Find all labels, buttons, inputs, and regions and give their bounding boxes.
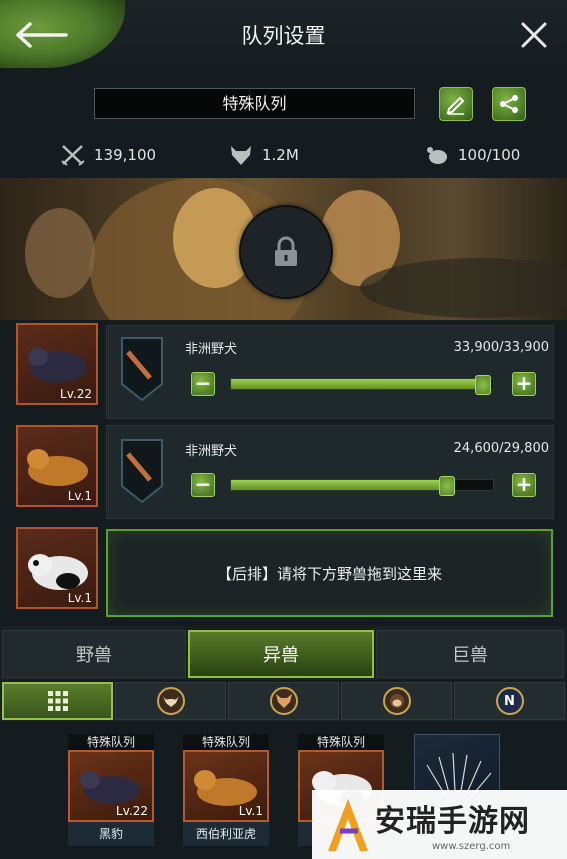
wolf-head-icon (231, 146, 251, 165)
panther-image: Lv.22 (68, 750, 154, 822)
troop-name-field[interactable]: 特殊队列 (94, 88, 415, 119)
slot-1-slider-fill (231, 379, 483, 389)
fox-icon (269, 687, 298, 715)
tiger-image: Lv.1 (183, 750, 269, 822)
power-stat: 139,100 (60, 143, 156, 167)
beast-card-tiger[interactable]: 特殊队列 Lv.1 西伯利亚虎 (183, 734, 269, 846)
slot-2-slider-thumb[interactable] (439, 476, 456, 496)
top-bar: 队列设置 (0, 0, 567, 68)
watermark-url: www.szerg.com (432, 841, 511, 852)
page-title: 队列设置 (241, 24, 326, 48)
card-tag: 特殊队列 (68, 734, 154, 750)
lock-icon (275, 236, 297, 266)
power-value: 139,100 (94, 146, 157, 164)
card-name: 西伯利亚虎 (183, 822, 269, 846)
close-icon[interactable] (519, 20, 549, 50)
slot-2-minus-button[interactable]: − (191, 473, 215, 497)
slot-1-plus-button[interactable]: + (512, 372, 536, 396)
edit-name-button[interactable] (439, 87, 473, 121)
slot-2-row (106, 425, 554, 519)
share-icon (500, 95, 518, 113)
paw-icon (427, 147, 447, 164)
bull-icon (156, 687, 185, 715)
slot-1-minus-button[interactable]: − (191, 372, 215, 396)
filter-monkey-button[interactable] (341, 682, 452, 720)
card-name: 黑豹 (68, 822, 154, 846)
card-level: Lv.22 (116, 804, 148, 818)
n-badge-icon: N (495, 687, 524, 715)
slot-2-slider[interactable] (230, 476, 494, 496)
slot-1-level: Lv.22 (60, 387, 92, 401)
filter-all-button[interactable] (2, 682, 113, 720)
capacity-value: 100/100 (458, 146, 521, 164)
strength-value: 1.2M (262, 146, 299, 164)
slot-2-level: Lv.1 (67, 489, 92, 503)
lock-button[interactable] (239, 205, 333, 299)
slot-2-plus-button[interactable]: + (512, 473, 536, 497)
shield-badge-icon (120, 336, 164, 402)
beast-card-panther[interactable]: 特殊队列 Lv.22 黑豹 (68, 734, 154, 846)
slot-2-count: 24,600/29,800 (453, 441, 549, 456)
rear-drop-zone[interactable]: 【后排】请将下方野兽拖到这里来 (106, 529, 553, 617)
slot-2-beast-name: 非洲野犬 (185, 444, 238, 459)
card-level: Lv.1 (238, 804, 263, 818)
shield-badge-icon (120, 438, 164, 504)
slot-1-portrait[interactable]: Lv.22 (16, 323, 98, 405)
filter-bull-button[interactable] (115, 682, 226, 720)
card-tag: 特殊队列 (298, 734, 384, 750)
slot-2-portrait[interactable]: Lv.1 (16, 425, 98, 507)
share-button[interactable] (492, 87, 526, 121)
watermark-logo-icon (328, 799, 368, 851)
monkey-icon (382, 687, 411, 715)
tab-wild-beasts[interactable]: 野兽 (2, 630, 186, 678)
slot-3-portrait[interactable]: Lv.1 (16, 527, 98, 609)
slot-3-level: Lv.1 (67, 591, 92, 605)
strength-stat: 1.2M (228, 143, 299, 167)
beast-type-tabs: 野兽 异兽 巨兽 (0, 626, 567, 680)
pencil-icon (446, 96, 465, 115)
slot-1-count: 33,900/33,900 (453, 340, 549, 355)
site-watermark: 安瑞手游网 www.szerg.com (312, 790, 567, 859)
grid-icon (47, 691, 68, 711)
slot-2-slider-fill (231, 480, 448, 490)
watermark-text: 安瑞手游网 (375, 804, 530, 839)
slot-1-slider-thumb[interactable] (474, 375, 491, 395)
filter-n-button[interactable]: N (454, 682, 565, 720)
crossed-swords-icon (61, 145, 85, 166)
slot-1-beast-name: 非洲野犬 (185, 342, 238, 357)
card-tag: 特殊队列 (183, 734, 269, 750)
filter-bar: N (0, 682, 567, 722)
tab-giant-beasts[interactable]: 巨兽 (376, 630, 564, 678)
tab-exotic-beasts[interactable]: 异兽 (188, 630, 374, 678)
slot-1-slider[interactable] (230, 375, 494, 395)
capacity-stat: 100/100 (424, 143, 520, 167)
filter-fox-button[interactable] (228, 682, 339, 720)
